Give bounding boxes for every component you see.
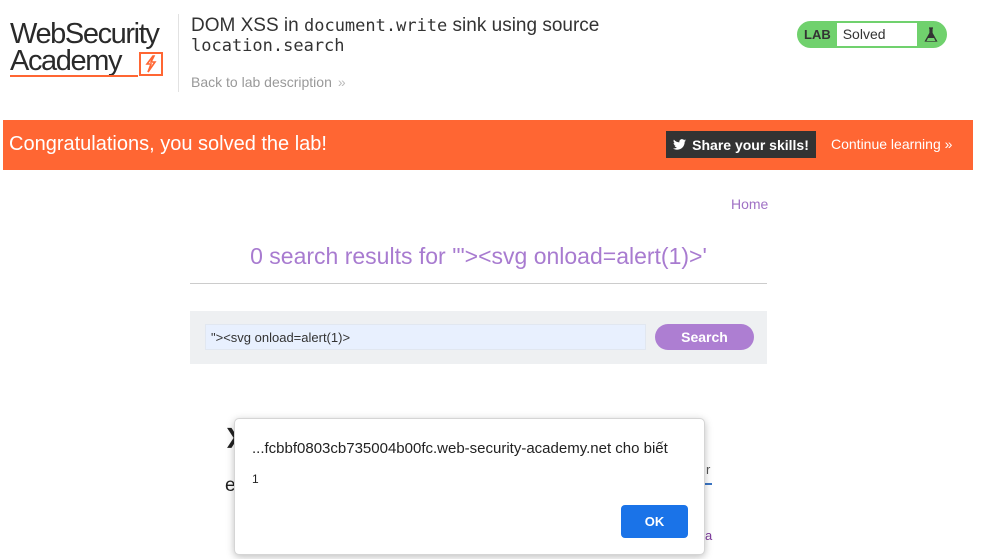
back-to-lab-description-link[interactable]: Back to lab description » [191, 74, 346, 90]
search-form: "><svg onload=alert(1)> Search [190, 311, 767, 364]
twitter-icon [673, 139, 687, 150]
flask-icon [917, 23, 945, 46]
lightning-icon [139, 52, 163, 76]
alert-dialog: ...fcbbf0803cb735004b00fc.web-security-a… [234, 418, 705, 555]
home-link[interactable]: Home [731, 196, 768, 212]
header-divider [178, 14, 179, 92]
lab-title-code-sink: document.write [303, 16, 448, 36]
logo-text-academy: Academy [10, 45, 122, 77]
search-results-heading: 0 search results for '"><svg onload=aler… [250, 243, 707, 269]
lab-header: WebSecurity Academy DOM XSS in document.… [0, 0, 975, 120]
back-link-label: Back to lab description [191, 74, 332, 90]
chevron-right-icon: » [337, 74, 346, 90]
search-button[interactable]: Search [655, 324, 754, 350]
solved-banner: Congratulations, you solved the lab! Sha… [3, 120, 973, 170]
continue-learning-link[interactable]: Continue learning » [831, 136, 952, 152]
congratulations-message: Congratulations, you solved the lab! [9, 133, 327, 155]
continue-learning-label: Continue learning [831, 136, 941, 152]
lab-title: DOM XSS in document.write sink using sou… [191, 15, 600, 57]
heading-divider [190, 283, 767, 284]
lab-status-badge: LAB Solved [797, 21, 947, 48]
background-input-edge [704, 483, 712, 485]
share-skills-label: Share your skills! [692, 136, 809, 153]
lab-title-middle: sink using source [447, 15, 600, 36]
dialog-origin-text: ...fcbbf0803cb735004b00fc.web-security-a… [252, 440, 668, 457]
dialog-message: 1 [252, 472, 259, 486]
lab-title-code-source: location.search [191, 36, 345, 56]
lab-badge-label: LAB [804, 27, 831, 42]
lab-badge-status: Solved [836, 23, 917, 46]
web-security-academy-logo[interactable]: WebSecurity Academy [10, 18, 175, 80]
dialog-ok-button[interactable]: OK [621, 505, 688, 538]
share-skills-button[interactable]: Share your skills! [666, 131, 816, 158]
lab-title-prefix: DOM XSS in [191, 15, 304, 36]
chevron-right-icon: » [944, 136, 953, 152]
logo-underline [10, 75, 138, 77]
search-input[interactable]: "><svg onload=alert(1)> [205, 324, 646, 350]
background-fragment: r [706, 462, 711, 477]
background-fragment: a [705, 528, 713, 543]
